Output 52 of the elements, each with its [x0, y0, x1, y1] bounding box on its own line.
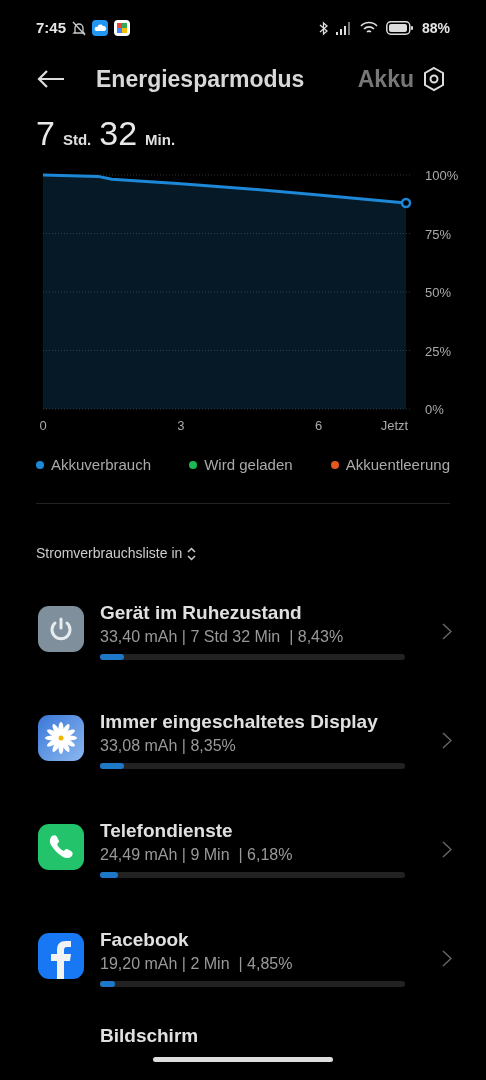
chevron-right-icon [442, 840, 452, 858]
duration-value: 7 [36, 113, 55, 154]
list-sort-label[interactable]: Stromverbrauchsliste in [36, 543, 183, 564]
bluetooth-icon [318, 20, 328, 36]
legend-label: Wird geladen [204, 455, 293, 475]
app-usage-details: 33,40 mAh | 7 Std 32 Min | 8,43% [100, 627, 345, 647]
app-name: Facebook [100, 928, 190, 952]
legend-label: Akkuverbrauch [51, 455, 152, 475]
x-tick-label: 6 [315, 418, 323, 430]
y-tick-label: 25% [425, 343, 452, 359]
app-name: Immer eingeschaltetes Display [100, 710, 379, 734]
app-name[interactable]: Bildschirm [100, 1024, 199, 1046]
app-row[interactable]: Facebook 19,20 mAh | 2 Min | 4,85% [0, 912, 486, 1022]
sort-toggle-icon[interactable] [187, 546, 197, 561]
chevron-right-icon [442, 622, 452, 640]
x-tick-label: 0 [39, 418, 47, 430]
y-tick-label: 100% [425, 168, 459, 183]
wifi-icon [359, 21, 378, 35]
duration-unit: Std. [62, 130, 92, 150]
app-row[interactable]: Immer eingeschaltetes Display 33,08 mAh | 8,35% [0, 694, 486, 804]
signal-icon [335, 21, 352, 35]
header-tab[interactable]: Akku [357, 61, 414, 97]
x-tick-label: Jetzt [380, 418, 409, 430]
battery-icon [385, 21, 414, 35]
status-time: 7:45 [36, 17, 67, 38]
y-tick-label: 50% [425, 285, 452, 300]
chevron-right-icon [442, 949, 452, 967]
battery-percent: 88% [421, 18, 450, 38]
current-point [400, 197, 412, 209]
power-icon [38, 606, 84, 652]
flower-icon [38, 715, 84, 761]
app-usage-details: 33,08 mAh | 8,35% [100, 736, 237, 756]
bell-off-icon [72, 20, 87, 36]
y-tick-label: 0% [425, 402, 444, 417]
app-name: Telefondienste [100, 819, 234, 843]
settings-icon[interactable] [422, 66, 446, 92]
facebook-icon [38, 933, 84, 979]
phone-icon [38, 824, 84, 870]
duration-unit: Min. [145, 130, 176, 150]
app-row[interactable]: Gerät im Ruhezustand 33,40 mAh | 7 Std 32 Min | 8,43% [0, 585, 486, 695]
chevron-right-icon [442, 731, 452, 749]
y-tick-label: 75% [425, 226, 452, 242]
app-usage-details: 19,20 mAh | 2 Min | 4,85% [100, 954, 294, 974]
app-usage-details: 24,49 mAh | 9 Min | 6,18% [100, 845, 294, 865]
app-name: Gerät im Ruhezustand [100, 601, 303, 625]
app-row[interactable]: Telefondienste 24,49 mAh | 9 Min | 6,18% [0, 803, 486, 913]
legend-label: Akkuentleerung [345, 455, 450, 475]
cloud-app-icon [92, 20, 109, 36]
header-tab[interactable]: Energiesparmodus [96, 61, 305, 97]
back-arrow-icon[interactable] [36, 69, 66, 89]
duration-value: 32 [99, 113, 138, 154]
x-tick-label: 3 [177, 418, 185, 430]
